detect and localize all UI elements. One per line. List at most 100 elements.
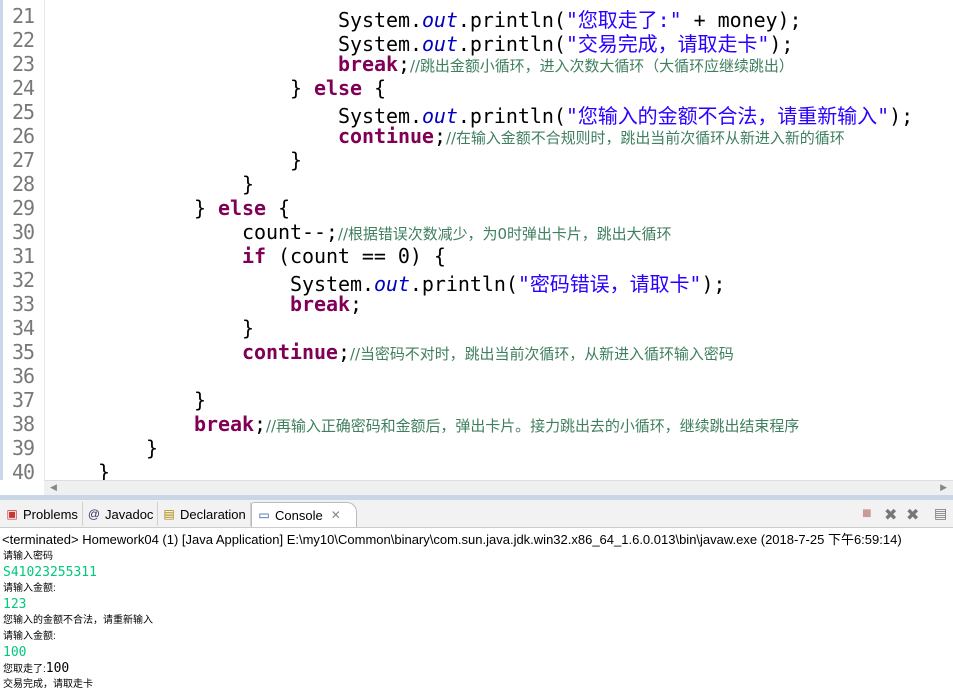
code-line: } <box>146 436 158 460</box>
keyword: break <box>290 292 350 316</box>
keyword: else <box>217 196 266 220</box>
line-number: 36 <box>12 364 35 388</box>
remove-all-terminated-icon[interactable]: ✖ <box>906 505 919 525</box>
code-text: } <box>194 196 218 220</box>
console-number: 100 <box>45 661 70 676</box>
code-text: .println( <box>409 272 518 296</box>
tab-declaration[interactable]: ▤ Declaration <box>157 502 251 526</box>
declaration-icon: ▤ <box>163 507 175 521</box>
view-tab-bar: ▣ Problems @ Javadoc ▤ Declaration ▭ Console… <box>0 500 953 528</box>
console-text: 您取走了: <box>3 664 46 675</box>
line-number: 40 <box>12 460 35 480</box>
javadoc-icon: @ <box>87 507 101 521</box>
line-number: 38 <box>12 412 35 436</box>
line-number: 37 <box>12 388 35 412</box>
console-text: S41023255311 <box>3 565 97 580</box>
code-text: } <box>98 460 110 480</box>
keyword: continue <box>242 340 338 364</box>
code-line: } <box>98 460 110 480</box>
code-text: { <box>265 196 290 220</box>
code-text: } <box>290 76 314 100</box>
line-number: 22 <box>12 28 35 52</box>
tab-console[interactable]: ▭ Console ✕ <box>251 502 357 527</box>
code-text: ); <box>889 104 914 128</box>
code-line: } else { <box>194 196 290 220</box>
comment: //根据错误次数减少，为0时弹出卡片，跳出大循环 <box>337 225 672 243</box>
scroll-right-icon[interactable]: ▶ <box>940 482 947 493</box>
line-number: 21 <box>12 4 35 28</box>
tab-problems[interactable]: ▣ Problems <box>0 502 83 526</box>
terminate-icon[interactable]: ■ <box>862 505 872 523</box>
code-text: } <box>242 172 254 196</box>
line-number: 34 <box>12 316 35 340</box>
remove-launch-icon[interactable]: ✖ <box>884 505 897 525</box>
line-number: 25 <box>12 100 35 124</box>
code-line: continue;//在输入金额不合规则时，跳出当前次循环从新进入新的循环 <box>338 124 845 148</box>
line-number: 29 <box>12 196 35 220</box>
code-line: break;//跳出金额小循环，进入次数大循环（大循环应继续跳出） <box>338 52 794 76</box>
console-output-line: 您输入的金额不合法，请重新输入 <box>3 613 153 629</box>
console-output-line: 请输入金额: <box>3 629 153 645</box>
console-text: 100 <box>3 645 27 660</box>
keyword: break <box>338 52 398 76</box>
comment: //在输入金额不合规则时，跳出当前次循环从新进入新的循环 <box>445 129 845 147</box>
line-number: 33 <box>12 292 35 316</box>
console-output-line: 您取走了:100 <box>3 661 153 677</box>
code-line: } <box>194 388 206 412</box>
console-text: 您输入的金额不合法，请重新输入 <box>3 615 153 626</box>
code-line: } else { <box>290 76 386 100</box>
line-number: 35 <box>12 340 35 364</box>
code-text: (count == 0) { <box>265 244 446 268</box>
code-text: ; <box>349 292 362 316</box>
code-line: break; <box>290 292 362 316</box>
console-output-line: 交易完成，请取走卡 <box>3 677 153 693</box>
code-text: } <box>194 388 206 412</box>
line-number: 32 <box>12 268 35 292</box>
code-line: } <box>242 172 254 196</box>
console-input-line: 123 <box>3 597 153 613</box>
code-text: ; <box>397 52 410 76</box>
line-number: 30 <box>12 220 35 244</box>
horizontal-scrollbar[interactable]: ◀ ▶ <box>44 480 953 496</box>
tab-javadoc[interactable]: @ Javadoc <box>82 502 159 526</box>
code-line: continue;//当密码不对时，跳出当前次循环，从新进入循环输入密码 <box>242 340 734 364</box>
console-status: <terminated> Homework04 (1) [Java Applic… <box>2 532 902 547</box>
line-number: 26 <box>12 124 35 148</box>
console-output[interactable]: 请输入密码 S41023255311 请输入金额: 123 您输入的金额不合法，请重新输… <box>3 549 153 693</box>
console-icon: ▭ <box>258 508 270 522</box>
console-text: 123 <box>3 597 27 612</box>
keyword: continue <box>338 124 434 148</box>
scroll-left-icon[interactable]: ◀ <box>50 482 57 493</box>
console-text: 请输入金额: <box>3 583 56 594</box>
code-line: } <box>290 148 302 172</box>
code-line: break;//再输入正确密码和金额后，弹出卡片。接力跳出去的小循环，继续跳出结… <box>194 412 799 436</box>
line-number: 23 <box>12 52 35 76</box>
console-text: 交易完成，请取走卡 <box>3 679 93 690</box>
code-text: ; <box>337 340 350 364</box>
line-number: 28 <box>12 172 35 196</box>
code-text: } <box>146 436 158 460</box>
string-literal: "密码错误，请取卡" <box>517 272 702 296</box>
comment: //跳出金额小循环，进入次数大循环（大循环应继续跳出） <box>409 57 794 75</box>
console-output-line: 请输入密码 <box>3 549 153 565</box>
code-text: { <box>361 76 386 100</box>
code-line: } <box>242 316 254 340</box>
console-text: 请输入密码 <box>3 551 53 562</box>
problems-icon: ▣ <box>6 507 18 521</box>
code-text: ; <box>433 124 446 148</box>
clear-console-icon[interactable]: ▤ <box>934 505 947 522</box>
keyword: if <box>242 244 266 268</box>
comment: //当密码不对时，跳出当前次循环，从新进入循环输入密码 <box>349 345 734 363</box>
code-line: if (count == 0) { <box>242 244 446 268</box>
console-input-line: S41023255311 <box>3 565 153 581</box>
console-text: 请输入金额: <box>3 631 56 642</box>
line-number: 27 <box>12 148 35 172</box>
close-icon[interactable]: ✕ <box>331 508 341 522</box>
code-editor[interactable]: 21 System.out.println("您取走了:" + money); 22… <box>0 0 953 480</box>
comment: //再输入正确密码和金额后，弹出卡片。接力跳出去的小循环，继续跳出结束程序 <box>265 417 800 435</box>
line-number: 31 <box>12 244 35 268</box>
code-text: count--; <box>242 220 338 244</box>
keyword: break <box>194 412 254 436</box>
line-number: 39 <box>12 436 35 460</box>
code-line: count--;//根据错误次数减少，为0时弹出卡片，跳出大循环 <box>242 220 671 244</box>
